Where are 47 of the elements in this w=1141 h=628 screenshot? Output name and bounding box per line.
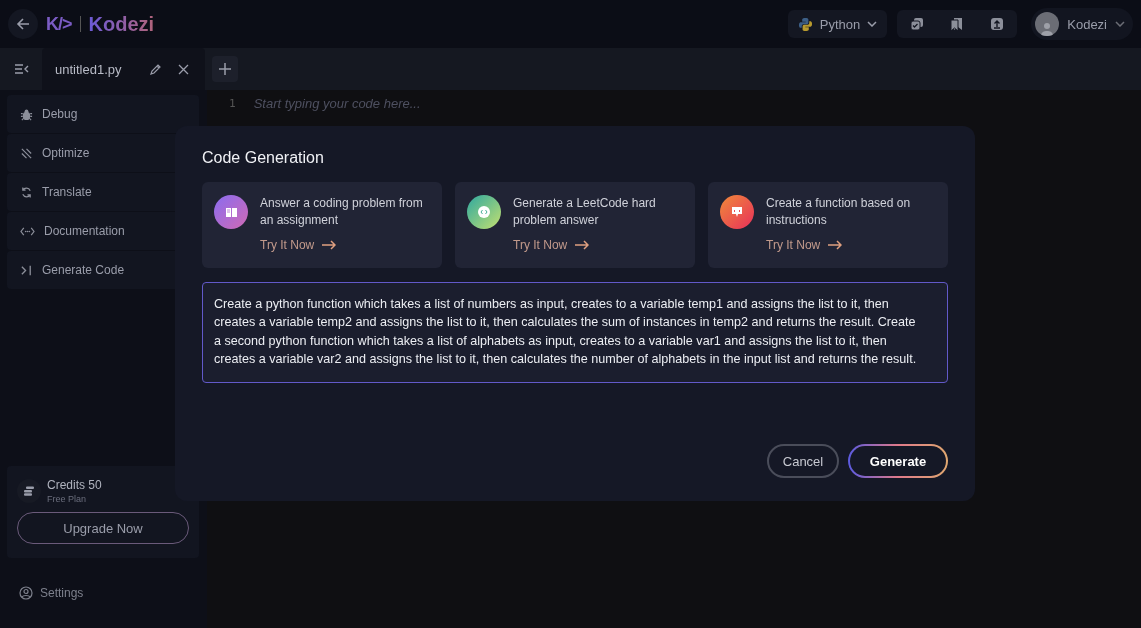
try-it-now-link[interactable]: Try It Now (766, 238, 936, 252)
bug-icon (20, 107, 33, 121)
copy-check-icon (910, 17, 925, 31)
sidebar-item[interactable]: Debug (7, 95, 199, 133)
card-description: Answer a coding problem from an assignment (260, 195, 424, 229)
caret-icon (867, 21, 878, 27)
logo-mark: K/> (46, 13, 72, 35)
user-circle-icon (19, 586, 33, 600)
try-it-now-link[interactable]: Try It Now (260, 238, 430, 252)
settings-link[interactable]: Settings (0, 558, 207, 628)
upload-icon (990, 17, 1005, 31)
prompt-field[interactable]: Create a python function which takes a list of numbers as input, creates to a variable temp1 and assigns the list to it, then creates a variable temp2 and assigns the list to it, then calculates the sum of instances in temp2 and returns the result. Create a second python function which takes a list of alphabets as input, creates to a variable var1 and assigns the list to it, then creates a variable var2 and assigns the list to it, then calculates the number of alphabets in the input list and returns the result. (202, 282, 948, 383)
line-number: 1 (229, 96, 236, 110)
bookmarks-icon (950, 17, 965, 31)
suggestion-card[interactable]: Generate a LeetCode hard problem answer Try It Now (455, 182, 695, 268)
book-icon (225, 207, 237, 217)
edit-icon[interactable] (149, 63, 162, 75)
python-icon (797, 16, 813, 32)
back-arrow-icon (15, 16, 31, 32)
coins-icon (23, 486, 35, 496)
back-button[interactable] (8, 9, 38, 39)
cancel-button[interactable]: Cancel (767, 444, 839, 478)
dialog-title: Code Generation (202, 149, 325, 167)
suggestion-card[interactable]: Create a function based on instructions Try It Now (708, 182, 948, 268)
plan-label: Free Plan (47, 494, 88, 504)
try-it-now-link[interactable]: Try It Now (513, 238, 683, 252)
chat-bubble-icon (731, 206, 743, 218)
collapse-sidebar-icon[interactable] (13, 63, 29, 75)
caret-icon (1115, 21, 1125, 27)
avatar (1035, 12, 1060, 36)
language-dropdown[interactable]: Python (787, 10, 888, 38)
arrow-right-icon (322, 240, 337, 250)
card-description: Create a function based on instructions (766, 195, 912, 229)
refresh-icon (20, 185, 33, 199)
file-tab[interactable]: untitled1.py (55, 61, 122, 77)
user-menu[interactable]: Kodezi (1031, 8, 1133, 40)
close-icon[interactable] (177, 63, 189, 75)
generate-button[interactable]: Generate (848, 444, 948, 478)
prompt-icon (20, 263, 33, 277)
arrow-right-icon (575, 240, 590, 250)
plus-icon (219, 63, 231, 75)
suggestion-card[interactable]: Answer a coding problem from an assignment Try It Now (202, 182, 442, 268)
card-description: Generate a LeetCode hard problem answer (513, 195, 657, 229)
code-bubble-icon (478, 206, 490, 218)
arrow-right-icon (828, 240, 843, 250)
credits-label: Credits 50 (47, 478, 102, 492)
add-tab-button[interactable] (212, 56, 238, 82)
